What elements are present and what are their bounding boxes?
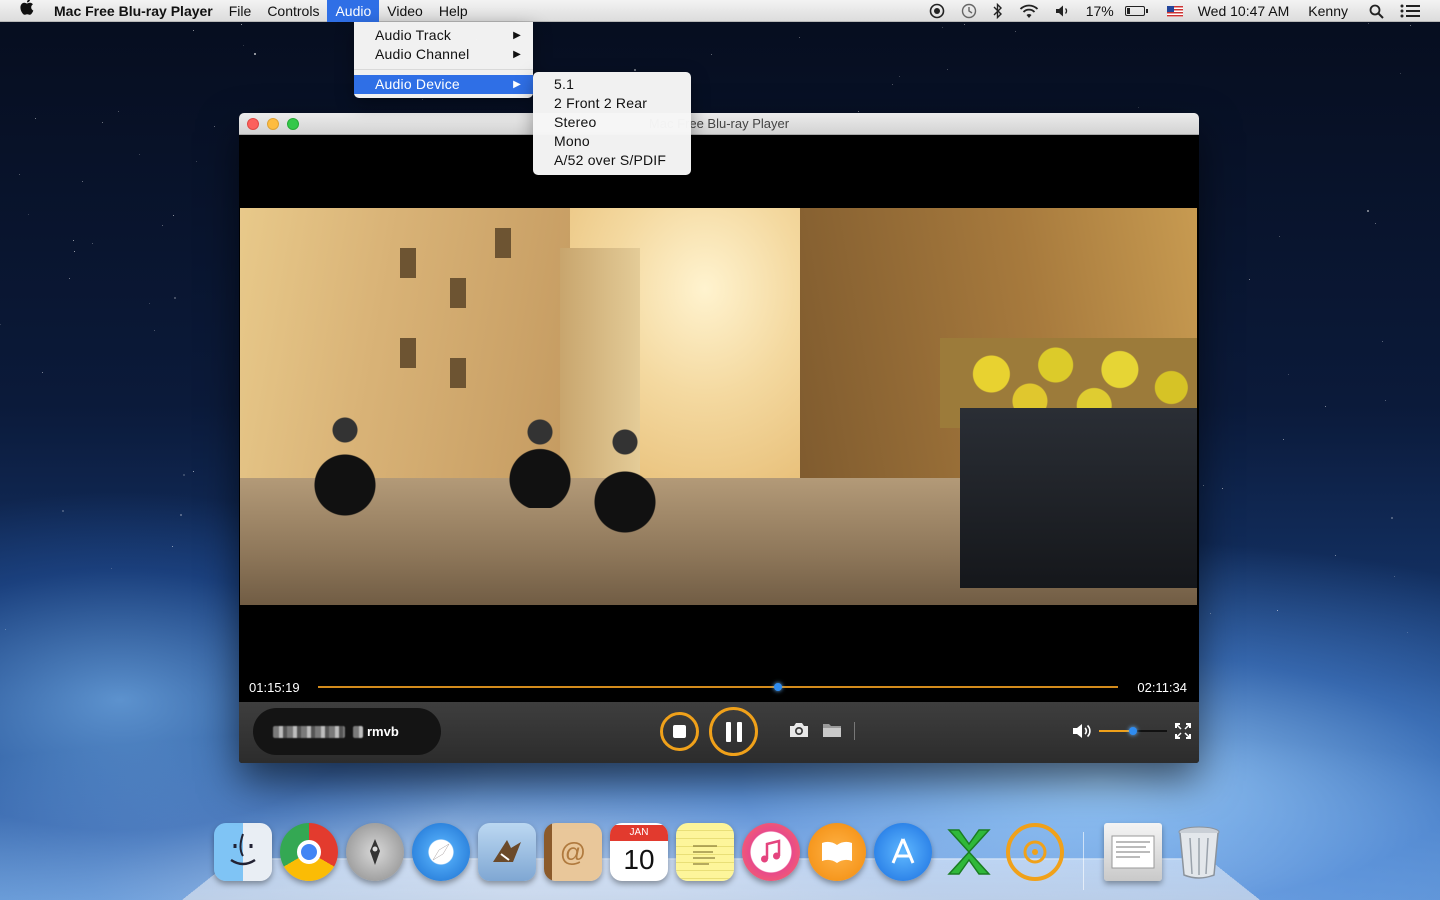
submenu-arrow-icon: ▶ — [513, 79, 521, 90]
menu-item-audio-device[interactable]: Audio Device ▶ — [354, 75, 533, 94]
documents-stack-icon[interactable] — [1104, 823, 1162, 881]
status-area: 17% Wed 10:47 AM Kenny — [921, 0, 1440, 22]
battery-icon[interactable] — [1121, 0, 1148, 22]
spotlight-search-icon[interactable] — [1369, 0, 1384, 22]
notification-center-icon[interactable] — [1400, 0, 1420, 22]
seek-row: 01:15:19 02:11:34 — [239, 675, 1199, 699]
bluetooth-icon[interactable] — [993, 0, 1003, 22]
menu-app-name[interactable]: Mac Free Blu-ray Player — [54, 0, 221, 22]
safari-icon[interactable] — [412, 823, 470, 881]
video-frame[interactable] — [240, 208, 1197, 605]
input-source-flag-icon[interactable] — [1166, 0, 1183, 22]
dock-separator — [1083, 832, 1084, 890]
volume-fill — [1099, 730, 1133, 732]
mail-icon[interactable] — [478, 823, 536, 881]
seek-bar[interactable] — [318, 683, 1118, 691]
menu-item-audio-track[interactable]: Audio Track ▶ — [354, 26, 533, 45]
time-machine-icon[interactable] — [961, 0, 977, 22]
menu-separator — [354, 69, 533, 70]
menu-audio[interactable]: Audio — [327, 0, 380, 22]
minimize-window-button[interactable] — [267, 118, 279, 130]
volume-slider[interactable] — [1099, 727, 1167, 735]
contacts-icon[interactable]: @ — [544, 823, 602, 881]
excel-icon[interactable] — [940, 823, 998, 881]
current-time: 01:15:19 — [249, 680, 300, 695]
screen-record-icon[interactable] — [929, 0, 945, 22]
dock: @ JAN 10 — [0, 818, 1440, 900]
volume-menu-icon[interactable] — [1055, 0, 1071, 22]
menu-video[interactable]: Video — [379, 0, 431, 22]
itunes-icon[interactable] — [742, 823, 800, 881]
menu-item-label: Audio Track — [375, 27, 452, 43]
menu-item-device-2-front-2-rear[interactable]: 2 Front 2 Rear — [533, 94, 691, 113]
control-divider — [854, 722, 855, 740]
app-store-icon[interactable] — [874, 823, 932, 881]
apple-menu-icon[interactable] — [0, 0, 54, 22]
battery-percent: 17% — [1085, 3, 1114, 19]
finder-icon[interactable] — [214, 823, 272, 881]
menu-help[interactable]: Help — [431, 0, 476, 22]
menu-controls[interactable]: Controls — [259, 0, 327, 22]
menu-file[interactable]: File — [221, 0, 260, 22]
ibooks-icon[interactable] — [808, 823, 866, 881]
volume-icon[interactable] — [1072, 723, 1094, 739]
control-bar: rmvb — [239, 702, 1199, 763]
blurred-filename — [353, 725, 363, 738]
calendar-icon[interactable]: JAN 10 — [610, 823, 668, 881]
close-window-button[interactable] — [247, 118, 259, 130]
calendar-day: 10 — [623, 844, 655, 875]
snapshot-camera-icon[interactable] — [788, 722, 810, 738]
blurred-filename — [273, 725, 345, 738]
notes-icon[interactable] — [676, 823, 734, 881]
seek-knob[interactable] — [774, 683, 782, 691]
menu-bar: Mac Free Blu-ray Player File Controls Au… — [0, 0, 1440, 22]
audio-dropdown-menu: Audio Track ▶ Audio Channel ▶ Audio Devi… — [354, 22, 533, 98]
volume-knob[interactable] — [1129, 727, 1137, 735]
video-scene-image — [240, 208, 1197, 605]
window-titlebar[interactable]: Mac Free Blu-ray Player — [239, 113, 1199, 135]
menu-item-audio-channel[interactable]: Audio Channel ▶ — [354, 45, 533, 64]
total-time: 02:11:34 — [1137, 680, 1187, 695]
wifi-icon[interactable] — [1019, 0, 1039, 22]
menu-item-device-stereo[interactable]: Stereo — [533, 113, 691, 132]
menu-item-label: Audio Device — [375, 76, 460, 92]
file-name-display: rmvb — [253, 708, 441, 755]
trash-icon[interactable] — [1170, 823, 1228, 881]
menu-item-label: Audio Channel — [375, 46, 470, 62]
audio-device-submenu: 5.1 2 Front 2 Rear Stereo Mono A/52 over… — [533, 72, 691, 175]
menu-user[interactable]: Kenny — [1308, 3, 1348, 19]
file-extension: rmvb — [367, 724, 399, 739]
bluray-player-dock-icon[interactable] — [1006, 823, 1064, 881]
submenu-arrow-icon: ▶ — [513, 30, 521, 41]
pause-icon — [725, 721, 731, 742]
calendar-month: JAN — [610, 825, 668, 841]
launchpad-icon[interactable] — [346, 823, 404, 881]
player-window: Mac Free Blu-ray Player 01:15:19 02:11:3… — [239, 113, 1199, 763]
stop-icon — [673, 725, 686, 738]
fullscreen-icon[interactable] — [1175, 723, 1191, 739]
menu-item-device-spdif[interactable]: A/52 over S/PDIF — [533, 151, 691, 170]
submenu-arrow-icon: ▶ — [513, 49, 521, 60]
open-folder-icon[interactable] — [822, 722, 842, 738]
zoom-window-button[interactable] — [287, 118, 299, 130]
menu-item-device-mono[interactable]: Mono — [533, 132, 691, 151]
chrome-icon[interactable] — [280, 823, 338, 881]
stop-button[interactable] — [660, 712, 699, 751]
pause-button[interactable] — [709, 707, 758, 756]
menu-item-device-5-1[interactable]: 5.1 — [533, 75, 691, 94]
menu-clock[interactable]: Wed 10:47 AM — [1198, 3, 1290, 19]
